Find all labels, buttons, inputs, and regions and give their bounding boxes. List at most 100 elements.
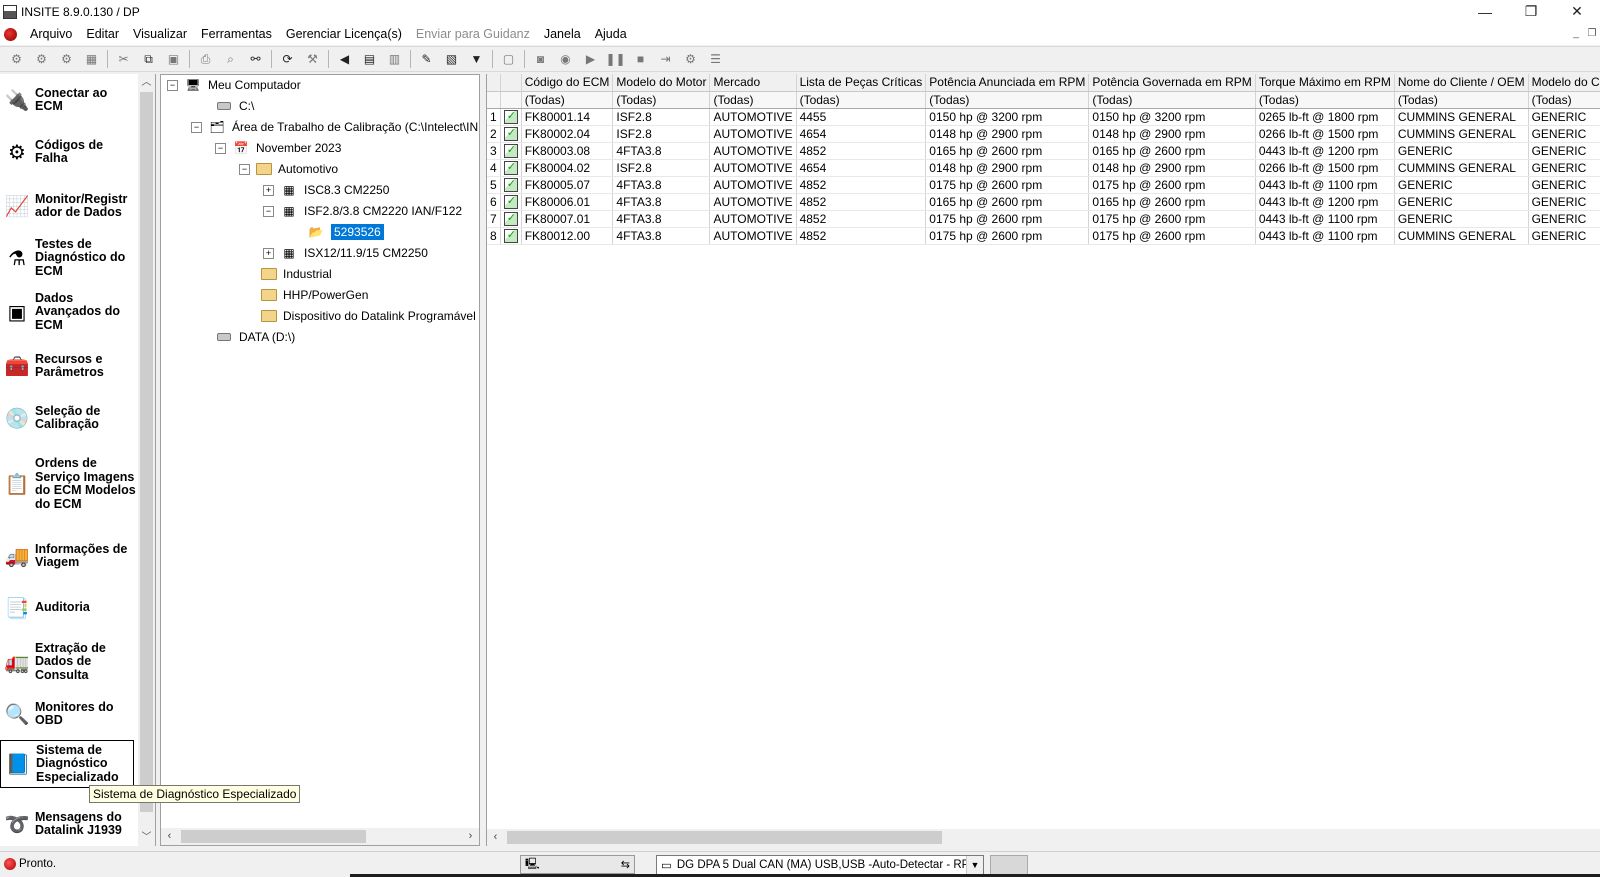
nav-data-extraction[interactable]: 🚛 Extração de Dados de Consulta	[0, 640, 137, 684]
nav-obd-monitors[interactable]: 🔍 Monitores do OBD	[0, 696, 137, 732]
doc-check-icon[interactable]: ✎	[418, 51, 435, 68]
scroll-thumb[interactable]	[140, 92, 153, 812]
stop-icon[interactable]: ■	[632, 51, 649, 68]
nav-diagnostic-tests[interactable]: ⚗ Testes de Diagnóstico do ECM	[0, 236, 137, 280]
scroll-thumb[interactable]	[181, 830, 366, 843]
paste-icon[interactable]: ▣	[165, 51, 182, 68]
connect-tool-icon[interactable]: ⚙	[8, 51, 25, 68]
tree-node-isc[interactable]: + ▦ ISC8.3 CM2250	[263, 180, 389, 200]
menu-ferramentas[interactable]: Ferramentas	[194, 27, 279, 41]
camera-icon[interactable]: ◙	[532, 51, 549, 68]
table-row[interactable]: 5FK80005.074FTA3.8AUTOMOTIVE48520175 hp …	[487, 176, 1600, 194]
column-header[interactable]: Modelo do C	[1528, 74, 1600, 92]
filter-cell[interactable]: (Todas)	[1528, 91, 1600, 109]
tree-node-datalink[interactable]: Dispositivo do Datalink Programável	[261, 306, 476, 326]
binoculars-icon[interactable]: ⚯	[247, 51, 264, 68]
collapse-icon[interactable]: −	[191, 121, 202, 133]
menu-ajuda[interactable]: Ajuda	[588, 27, 634, 41]
ecm-icon[interactable]: ▤	[361, 51, 378, 68]
column-header[interactable]: Potência Governada em RPM	[1088, 74, 1256, 92]
filter-icon[interactable]: ▼	[468, 51, 485, 68]
filter-cell[interactable]: (Todas)	[925, 91, 1090, 109]
record-icon[interactable]: ◉	[557, 51, 574, 68]
play-icon[interactable]: ▶	[582, 51, 599, 68]
table-row[interactable]: 7FK80007.014FTA3.8AUTOMOTIVE48520175 hp …	[487, 210, 1600, 228]
print-icon[interactable]: ⎙	[197, 51, 214, 68]
filter-cell[interactable]: (Todas)	[796, 91, 927, 109]
nav-advanced-data[interactable]: ▣ Dados Avançados do ECM	[0, 290, 137, 334]
scroll-up-icon[interactable]: ︿	[138, 74, 155, 91]
nav-data-monitor[interactable]: 📈 Monitor/Registr ador de Dados	[0, 188, 137, 224]
tree-node-5293526[interactable]: 📂 5293526	[307, 222, 384, 242]
tree-node-november[interactable]: − 📅 November 2023	[215, 138, 341, 158]
settings-tool-icon[interactable]: ⚙	[58, 51, 75, 68]
column-header[interactable]: Lista de Peças Críticas	[796, 74, 927, 92]
tree-node-isf[interactable]: − ▦ ISF2.8/3.8 CM2220 IAN/F122	[263, 201, 462, 221]
cut-icon[interactable]: ✂	[115, 51, 132, 68]
menu-gerenciar-licencas[interactable]: Gerenciar Licença(s)	[279, 27, 409, 41]
grid-tool-icon[interactable]: ▦	[83, 51, 100, 68]
filter-cell[interactable]: (Todas)	[709, 91, 797, 109]
report-icon[interactable]: ▧	[443, 51, 460, 68]
filter-cell[interactable]: (Todas)	[612, 91, 711, 109]
notes-icon[interactable]: ☰	[707, 51, 724, 68]
filter-cell[interactable]: (Todas)	[1255, 91, 1395, 109]
window-icon[interactable]: ▢	[500, 51, 517, 68]
table-row[interactable]: 2FK80002.04ISF2.8AUTOMOTIVE46540148 hp @…	[487, 125, 1600, 143]
scroll-thumb[interactable]	[507, 831, 942, 844]
nav-datalink-messages[interactable]: ➰ Mensagens do Datalink J1939	[0, 804, 137, 844]
tree-node-calib-workspace[interactable]: − 🗂 Área de Trabalho de Calibração (C:\I…	[191, 117, 478, 137]
settings-icon[interactable]: ⚙	[682, 51, 699, 68]
scroll-right-icon[interactable]: ›	[462, 828, 479, 845]
scroll-left-icon[interactable]: ‹	[487, 829, 504, 846]
table-row[interactable]: 4FK80004.02ISF2.8AUTOMOTIVE46540148 hp @…	[487, 159, 1600, 177]
table-row[interactable]: 8FK80012.004FTA3.8AUTOMOTIVE48520175 hp …	[487, 227, 1600, 245]
restore-button[interactable]: ❐	[1508, 0, 1554, 23]
menu-visualizar[interactable]: Visualizar	[126, 27, 194, 41]
adapter-select[interactable]: ▭ DG DPA 5 Dual CAN (MA) USB,USB -Auto-D…	[656, 855, 984, 875]
column-header[interactable]: Nome do Cliente / OEM	[1394, 74, 1529, 92]
document-menu-icon[interactable]	[4, 27, 17, 41]
scroll-left-icon[interactable]: ‹	[161, 828, 178, 845]
menu-janela[interactable]: Janela	[537, 27, 588, 41]
filter-cell[interactable]: (Todas)	[1394, 91, 1529, 109]
close-button[interactable]: ✕	[1554, 0, 1600, 23]
tree-node-hhp[interactable]: HHP/PowerGen	[261, 285, 368, 305]
table-row[interactable]: 3FK80003.084FTA3.8AUTOMOTIVE48520165 hp …	[487, 142, 1600, 160]
copy-icon[interactable]: ⧉	[140, 51, 157, 68]
tree-node-drive-c[interactable]: C:\	[217, 96, 254, 116]
tools-icon[interactable]: ⚒	[304, 51, 321, 68]
tree-node-my-computer[interactable]: − 🖥 Meu Computador	[167, 75, 301, 95]
announce-icon[interactable]: ◀	[336, 51, 353, 68]
table-row[interactable]: 1FK80001.14ISF2.8AUTOMOTIVE44550150 hp @…	[487, 108, 1600, 126]
navigation-scrollbar[interactable]: ︿ ﹀	[138, 74, 155, 846]
nav-calibration-select[interactable]: 💿 Seleção de Calibração	[0, 400, 137, 436]
column-header[interactable]: Torque Máximo em RPM	[1255, 74, 1395, 92]
nav-work-orders[interactable]: 📋 Ordens de Serviço Imagens do ECM Model…	[0, 446, 137, 522]
expand-icon[interactable]: +	[263, 184, 274, 196]
tree-node-automotivo[interactable]: − Automotivo	[239, 159, 338, 179]
collapse-icon[interactable]: −	[167, 79, 178, 91]
export-icon[interactable]: ⇥	[657, 51, 674, 68]
refresh-icon[interactable]: ⟳	[279, 51, 296, 68]
fault-tool-icon[interactable]: ⚙	[33, 51, 50, 68]
nav-fault-codes[interactable]: ⚙ Códigos de Falha	[0, 134, 137, 170]
nav-features-params[interactable]: 🧰 Recursos e Parâmetros	[0, 348, 137, 384]
expand-icon[interactable]: +	[263, 247, 274, 259]
chevron-down-icon[interactable]: ▼	[966, 856, 983, 874]
pause-icon[interactable]: ❚❚	[605, 51, 625, 68]
tree-node-isx[interactable]: + ▦ ISX12/11.9/15 CM2250	[263, 243, 428, 263]
datalink-icon[interactable]: ▥	[386, 51, 403, 68]
collapse-icon[interactable]: −	[215, 142, 226, 154]
tree-horizontal-scrollbar[interactable]: ‹ ›	[161, 828, 479, 845]
collapse-icon[interactable]: −	[239, 163, 250, 175]
print-preview-icon[interactable]: ⌕	[222, 51, 239, 68]
nav-connect-ecm[interactable]: 🔌 Conectar ao ECM	[0, 82, 137, 118]
tree-node-industrial[interactable]: Industrial	[261, 264, 332, 284]
nav-expert-diagnostic[interactable]: 📘 Sistema de Diagnóstico Especializado	[0, 740, 134, 788]
scroll-down-icon[interactable]: ﹀	[138, 829, 155, 846]
menu-editar[interactable]: Editar	[79, 27, 126, 41]
nav-trip-info[interactable]: 🚚 Informações de Viagem	[0, 538, 137, 574]
filter-cell[interactable]: (Todas)	[521, 91, 614, 109]
column-header[interactable]: Potência Anunciada em RPM	[925, 74, 1090, 92]
